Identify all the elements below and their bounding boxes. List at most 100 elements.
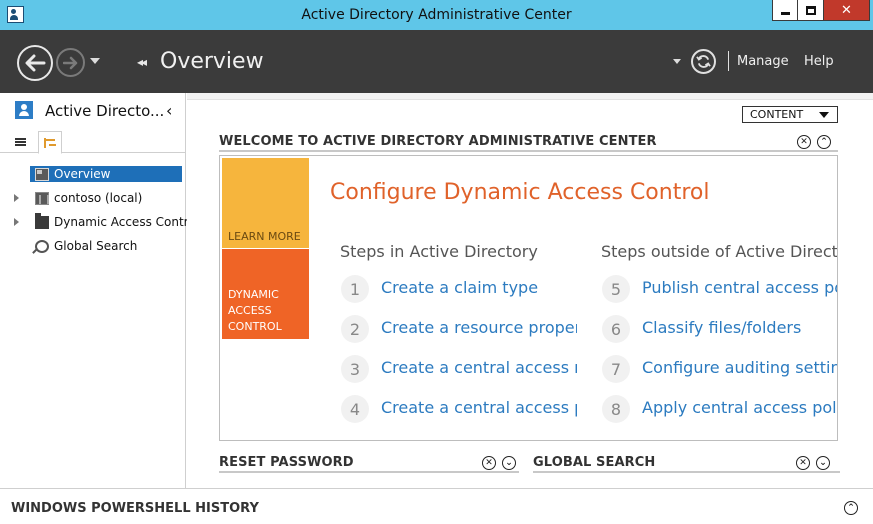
expand-history-button[interactable]: ⌃ [844, 501, 858, 515]
list-view-tab[interactable] [8, 131, 32, 153]
expand-arrow-icon[interactable] [14, 194, 19, 202]
minimize-icon [780, 11, 790, 15]
global-search-section-header: GLOBAL SEARCH ✕ ⌄ [533, 455, 840, 473]
chevron-up-icon: ⌃ [820, 136, 828, 147]
step-item[interactable]: 3 Create a central access ru [341, 355, 577, 385]
steps-in-ad-heading: Steps in Active Directory [340, 242, 538, 261]
step-link[interactable]: Configure auditing setting [642, 358, 837, 377]
dac-tile-line: ACCESS [228, 304, 272, 317]
breadcrumb-chevron-icon[interactable]: ◂◂ [137, 55, 147, 69]
manage-menu[interactable]: Manage [737, 54, 789, 69]
step-item[interactable]: 1 Create a claim type [341, 275, 577, 305]
nav-item-dynamic-access-control[interactable]: Dynamic Access Control [0, 213, 199, 232]
history-dropdown-icon[interactable] [90, 58, 100, 64]
close-icon: ✕ [799, 457, 807, 468]
dac-tile-line: DYNAMIC [228, 288, 279, 301]
step-link[interactable]: Create a central access ru [381, 358, 577, 377]
dynamic-access-control-tile[interactable]: DYNAMIC ACCESS CONTROL [222, 249, 309, 339]
close-section-button[interactable]: ✕ [797, 135, 811, 149]
minimize-button[interactable] [772, 0, 798, 21]
domain-icon [35, 192, 49, 205]
powershell-history-bar: WINDOWS POWERSHELL HISTORY ⌃ [0, 488, 873, 524]
nav-item-label: Dynamic Access Control [54, 215, 200, 229]
overview-icon [35, 168, 49, 181]
step-item[interactable]: 4 Create a central access po [341, 395, 577, 425]
welcome-section-title: WELCOME TO ACTIVE DIRECTORY ADMINISTRATI… [219, 134, 657, 149]
refresh-button[interactable] [691, 49, 716, 74]
back-button[interactable] [17, 45, 53, 81]
breadcrumb-title: Overview [160, 49, 264, 74]
close-icon: ✕ [485, 457, 493, 468]
nav-item-overview[interactable]: Overview [0, 166, 186, 184]
navigation-header: ◂◂ Overview Manage Help [0, 30, 873, 93]
step-item[interactable]: 2 Create a resource proper [341, 315, 577, 345]
active-directory-icon [15, 101, 33, 119]
learn-more-tile[interactable]: LEARN MORE [222, 158, 309, 248]
folder-icon [35, 213, 49, 229]
step-link[interactable]: Create a claim type [381, 278, 538, 297]
tree-view-icon [44, 137, 56, 148]
step-link[interactable]: Create a central access po [381, 398, 577, 417]
close-section-button[interactable]: ✕ [482, 456, 496, 470]
expand-section-button[interactable]: ⌄ [502, 456, 516, 470]
close-button[interactable]: ✕ [824, 0, 870, 21]
step-number: 2 [341, 315, 369, 343]
content-dropdown[interactable]: CONTENT [742, 106, 838, 123]
welcome-panel: LEARN MORE DYNAMIC ACCESS CONTROL Config… [219, 155, 838, 441]
search-icon [35, 240, 49, 253]
expand-section-button[interactable]: ⌄ [816, 456, 830, 470]
forward-arrow-icon [62, 56, 77, 69]
chevron-down-icon [819, 112, 829, 118]
step-number: 6 [602, 315, 630, 343]
step-number: 8 [602, 395, 630, 423]
nav-item-label: contoso (local) [54, 191, 143, 205]
step-number: 5 [602, 275, 630, 303]
chevron-down-icon: ⌄ [505, 457, 513, 468]
header-separator [728, 51, 729, 71]
maximize-icon [805, 5, 816, 15]
close-section-button[interactable]: ✕ [796, 456, 810, 470]
nav-item-contoso[interactable]: contoso (local) [0, 190, 186, 208]
navigation-pane: Active Directo... ‹ Overview contoso (lo… [0, 93, 199, 488]
expand-arrow-icon[interactable] [14, 218, 19, 226]
refresh-icon [696, 55, 711, 68]
top-strip [187, 93, 873, 100]
step-link[interactable]: Create a resource proper [381, 318, 577, 337]
close-icon: ✕ [841, 2, 852, 18]
window-controls: ✕ [772, 0, 870, 21]
title-bar: Active Directory Administrative Center ✕ [0, 0, 873, 30]
collapse-section-button[interactable]: ⌃ [817, 135, 831, 149]
list-view-icon [14, 138, 26, 146]
nav-item-global-search[interactable]: Global Search [0, 238, 186, 256]
step-item[interactable]: 8 Apply central access polic [602, 395, 837, 425]
powershell-history-title: WINDOWS POWERSHELL HISTORY [11, 501, 259, 516]
collapse-pane-icon[interactable]: ‹ [166, 101, 172, 120]
chevron-up-icon: ⌃ [847, 502, 855, 513]
nav-item-label: Overview [54, 167, 111, 181]
global-search-title: GLOBAL SEARCH [533, 455, 656, 470]
close-icon: ✕ [800, 136, 808, 147]
maximize-button[interactable] [798, 0, 824, 21]
step-number: 1 [341, 275, 369, 303]
back-arrow-icon [25, 54, 46, 72]
step-item[interactable]: 6 Classify files/folders [602, 315, 837, 345]
navigation-pane-title[interactable]: Active Directo... [45, 102, 164, 120]
reset-password-section-header: RESET PASSWORD ✕ ⌄ [219, 455, 519, 473]
tree-view-tab[interactable] [38, 131, 62, 154]
breadcrumb-dropdown-icon[interactable] [673, 59, 681, 64]
help-menu[interactable]: Help [804, 54, 834, 69]
step-link[interactable]: Publish central access po [642, 278, 837, 297]
step-item[interactable]: 5 Publish central access po [602, 275, 837, 305]
step-link[interactable]: Classify files/folders [642, 318, 801, 337]
dac-tile-label: DYNAMIC ACCESS CONTROL [228, 287, 308, 335]
view-tabs [0, 131, 186, 154]
step-number: 3 [341, 355, 369, 383]
reset-password-title: RESET PASSWORD [219, 455, 354, 470]
step-link[interactable]: Apply central access polic [642, 398, 837, 417]
window-title: Active Directory Administrative Center [301, 7, 572, 23]
step-item[interactable]: 7 Configure auditing setting [602, 355, 837, 385]
dac-tile-line: CONTROL [228, 320, 282, 333]
navigation-pane-header: Active Directo... ‹ [0, 93, 186, 129]
learn-more-label: LEARN MORE [228, 230, 301, 243]
forward-button[interactable] [56, 48, 85, 77]
